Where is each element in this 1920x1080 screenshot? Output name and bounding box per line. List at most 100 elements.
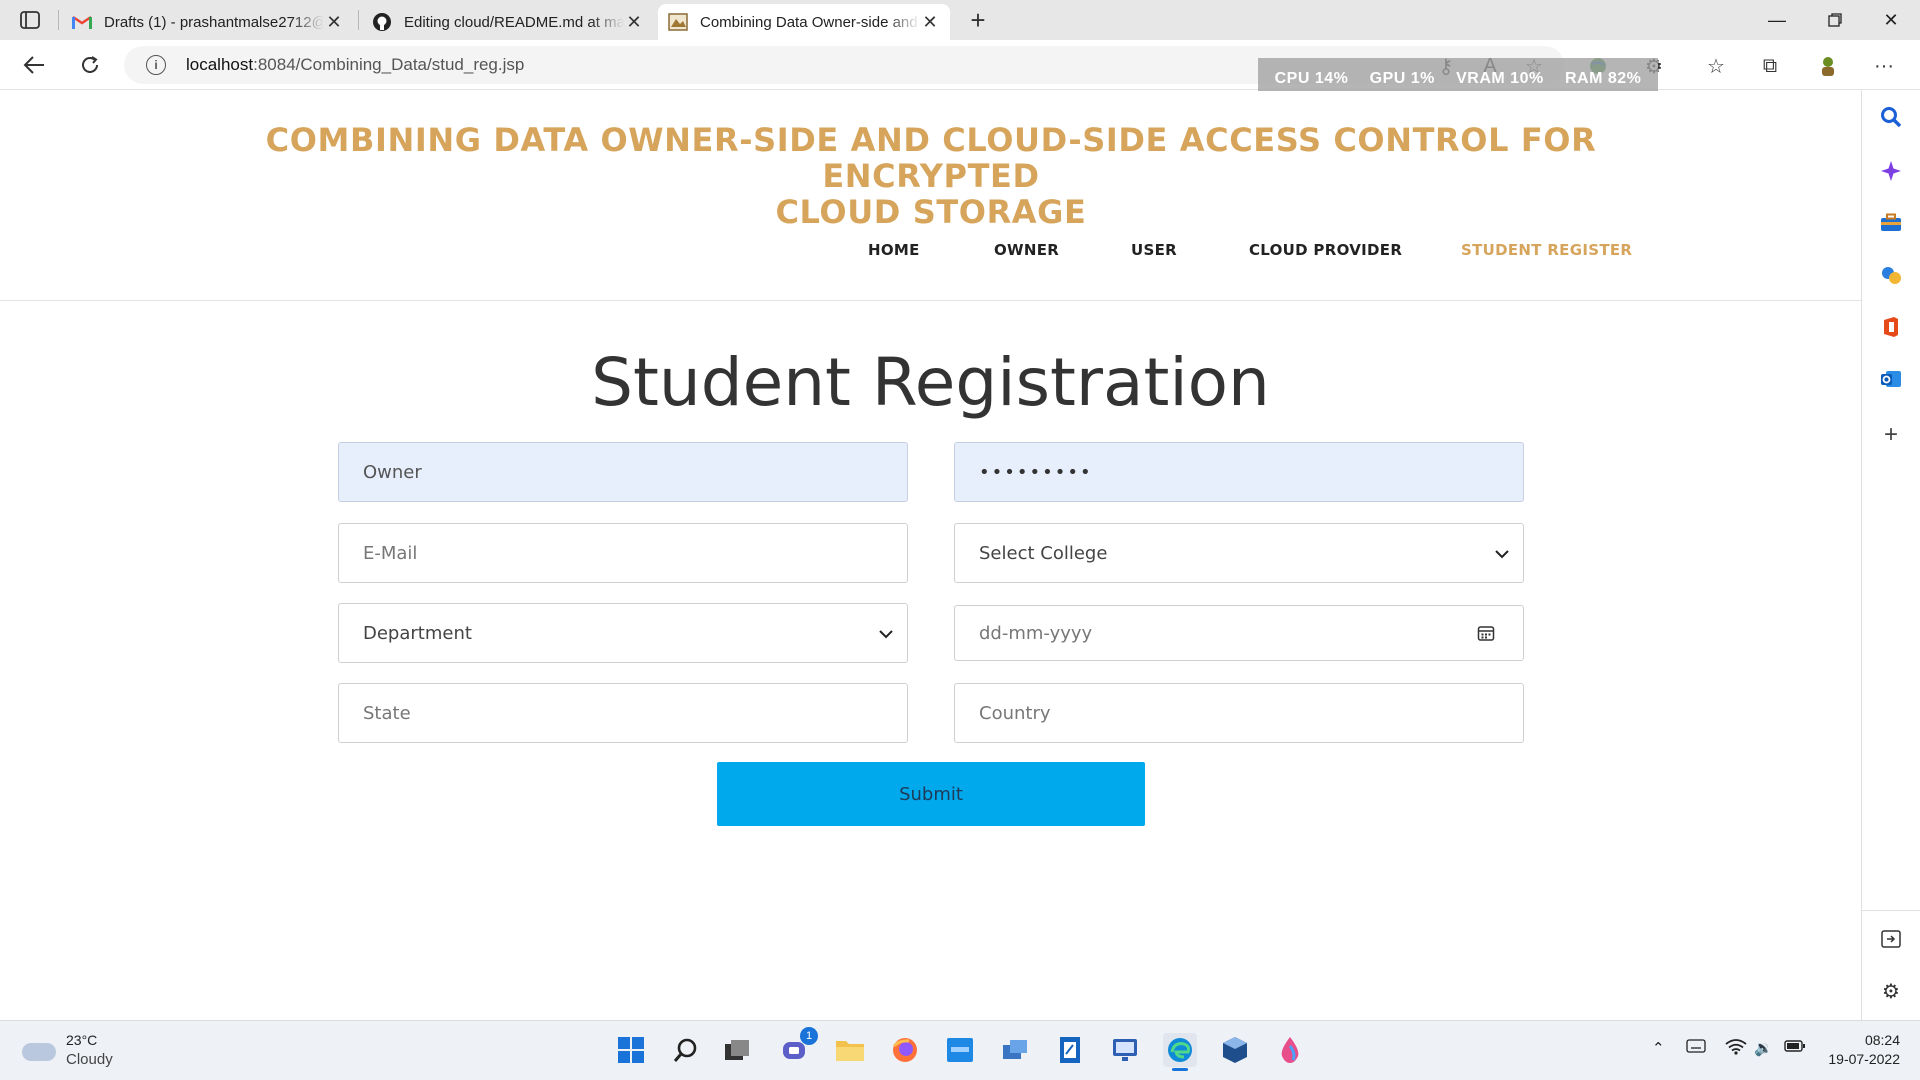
back-button[interactable] bbox=[16, 48, 52, 82]
submit-button[interactable]: Submit bbox=[717, 762, 1145, 826]
site-favicon-icon bbox=[668, 12, 688, 32]
site-title-line-2: CLOUD STORAGE bbox=[775, 193, 1087, 231]
wifi-icon[interactable] bbox=[1725, 1039, 1747, 1059]
system-clock[interactable]: 08:24 19-07-2022 bbox=[1820, 1031, 1900, 1069]
refresh-button[interactable] bbox=[72, 48, 108, 82]
email-field[interactable]: E-Mail bbox=[338, 523, 908, 583]
outlook-icon[interactable] bbox=[1876, 364, 1906, 394]
tab-title: Combining Data Owner-side and Cloud-side bbox=[700, 13, 920, 31]
page-content: COMBINING DATA OWNER-SIDE AND CLOUD-SIDE… bbox=[0, 91, 1861, 1020]
cloud-icon bbox=[22, 1043, 56, 1061]
search-icon[interactable] bbox=[1876, 102, 1906, 132]
firefox-icon[interactable] bbox=[888, 1033, 922, 1067]
weather-temperature: 23°C bbox=[66, 1032, 98, 1048]
profile-avatar[interactable] bbox=[1812, 50, 1844, 82]
sidebar-settings-icon[interactable]: ⚙ bbox=[1876, 976, 1906, 1006]
tab-github[interactable]: Editing cloud/README.md at main ✕ bbox=[362, 4, 654, 40]
calendar-icon[interactable] bbox=[1477, 624, 1495, 642]
username-value: Owner bbox=[363, 461, 422, 483]
discover-sparkle-icon[interactable] bbox=[1876, 156, 1906, 186]
chat-icon[interactable]: 1 bbox=[778, 1027, 818, 1067]
github-icon bbox=[372, 12, 392, 32]
state-field[interactable]: State bbox=[338, 683, 908, 743]
tab-active[interactable]: Combining Data Owner-side and Cloud-side… bbox=[658, 4, 950, 40]
tab-title: Drafts (1) - prashantmalse2712@gmail.com… bbox=[104, 13, 324, 31]
college-select[interactable]: Select College bbox=[954, 523, 1524, 583]
header-divider bbox=[0, 300, 1861, 301]
task-view-icon[interactable] bbox=[720, 1033, 754, 1067]
ram-usage: RAM 82% bbox=[1564, 69, 1642, 87]
minimize-button[interactable]: — bbox=[1748, 0, 1806, 40]
active-app-indicator bbox=[1172, 1068, 1188, 1071]
site-info-icon[interactable]: i bbox=[146, 55, 166, 75]
tab-actions-icon[interactable] bbox=[14, 8, 46, 32]
department-select[interactable]: Department bbox=[338, 603, 908, 663]
file-explorer-icon[interactable] bbox=[833, 1033, 867, 1067]
site-title-line-1: COMBINING DATA OWNER-SIDE AND CLOUD-SIDE… bbox=[265, 121, 1597, 195]
virtualbox-icon[interactable] bbox=[1218, 1033, 1252, 1067]
keyboard-icon[interactable] bbox=[1686, 1039, 1706, 1057]
chat-badge: 1 bbox=[800, 1027, 818, 1045]
chevron-down-icon bbox=[1495, 544, 1509, 563]
nav-cloud-provider[interactable]: CLOUD PROVIDER bbox=[1249, 241, 1402, 259]
edge-sidebar: + ⚙ bbox=[1861, 90, 1920, 1020]
sidebar-divider bbox=[1862, 910, 1920, 911]
hide-sidebar-icon[interactable] bbox=[1876, 924, 1906, 954]
restore-button[interactable] bbox=[1806, 0, 1864, 40]
nav-user[interactable]: USER bbox=[1131, 241, 1177, 259]
tab-separator bbox=[58, 10, 59, 30]
nav-student-register[interactable]: STUDENT REGISTER bbox=[1461, 241, 1632, 259]
vram-usage: VRAM 10% bbox=[1456, 69, 1544, 87]
weather-condition: Cloudy bbox=[66, 1051, 113, 1068]
games-icon[interactable] bbox=[1876, 260, 1906, 290]
add-sidebar-app-icon[interactable]: + bbox=[1876, 420, 1906, 450]
gpu-usage: GPU 1% bbox=[1369, 69, 1435, 87]
gmail-icon bbox=[72, 12, 92, 32]
email-placeholder: E-Mail bbox=[363, 542, 418, 564]
show-hidden-icons-icon[interactable]: ⌃ bbox=[1652, 1039, 1665, 1057]
dob-placeholder: dd-mm-yyyy bbox=[979, 622, 1093, 644]
document-editor-icon[interactable] bbox=[1053, 1033, 1087, 1067]
close-tab-icon[interactable]: ✕ bbox=[624, 12, 644, 33]
volume-icon[interactable]: 🔉 bbox=[1754, 1039, 1773, 1057]
close-window-button[interactable]: ✕ bbox=[1862, 0, 1920, 40]
nav-owner[interactable]: OWNER bbox=[994, 241, 1059, 259]
clock-date: 19-07-2022 bbox=[1828, 1051, 1900, 1067]
more-menu-icon[interactable]: ··· bbox=[1868, 50, 1900, 82]
username-field[interactable]: Owner bbox=[338, 442, 908, 502]
country-placeholder: Country bbox=[979, 702, 1051, 724]
country-field[interactable]: Country bbox=[954, 683, 1524, 743]
tab-separator bbox=[358, 10, 359, 30]
dob-field[interactable]: dd-mm-yyyy bbox=[954, 605, 1524, 661]
new-tab-button[interactable]: + bbox=[962, 5, 994, 35]
start-icon[interactable] bbox=[614, 1033, 648, 1067]
nav-home[interactable]: HOME bbox=[868, 241, 920, 259]
tab-title: Editing cloud/README.md at main bbox=[404, 13, 624, 31]
tab-gmail[interactable]: Drafts (1) - prashantmalse2712@gmail.com… bbox=[62, 4, 354, 40]
app-blue-icon[interactable] bbox=[943, 1033, 977, 1067]
paint-drop-icon[interactable] bbox=[1273, 1033, 1307, 1067]
chevron-down-icon bbox=[879, 624, 893, 643]
favorites-icon[interactable]: ☆ bbox=[1700, 50, 1732, 82]
close-tab-icon[interactable]: ✕ bbox=[324, 12, 344, 33]
cpu-usage: CPU 14% bbox=[1274, 69, 1349, 87]
collections-icon[interactable]: ⧉ bbox=[1754, 50, 1786, 82]
remote-desktop-icon[interactable] bbox=[998, 1033, 1032, 1067]
weather-widget[interactable]: 23°C Cloudy bbox=[22, 1031, 132, 1071]
monitor-app-icon[interactable] bbox=[1108, 1033, 1142, 1067]
clock-time: 08:24 bbox=[1864, 1032, 1900, 1048]
office-icon[interactable] bbox=[1876, 312, 1906, 342]
form-title: Student Registration bbox=[591, 344, 1270, 421]
password-field[interactable]: ••••••••• bbox=[954, 442, 1524, 502]
browser-tab-strip: Drafts (1) - prashantmalse2712@gmail.com… bbox=[0, 0, 1920, 40]
state-placeholder: State bbox=[363, 702, 411, 724]
tools-briefcase-icon[interactable] bbox=[1876, 208, 1906, 238]
search-icon[interactable] bbox=[669, 1033, 703, 1067]
battery-icon[interactable] bbox=[1784, 1039, 1806, 1057]
edge-browser-icon[interactable] bbox=[1163, 1033, 1197, 1071]
site-title: COMBINING DATA OWNER-SIDE AND CLOUD-SIDE… bbox=[230, 122, 1632, 230]
url-text[interactable]: localhost:8084/Combining_Data/stud_reg.j… bbox=[186, 55, 524, 75]
windows-taskbar: 23°C Cloudy 1 ⌃ 🔉 08:24 19-07-2022 bbox=[0, 1020, 1920, 1080]
close-tab-icon[interactable]: ✕ bbox=[920, 12, 940, 33]
department-selected-value: Department bbox=[363, 622, 472, 644]
